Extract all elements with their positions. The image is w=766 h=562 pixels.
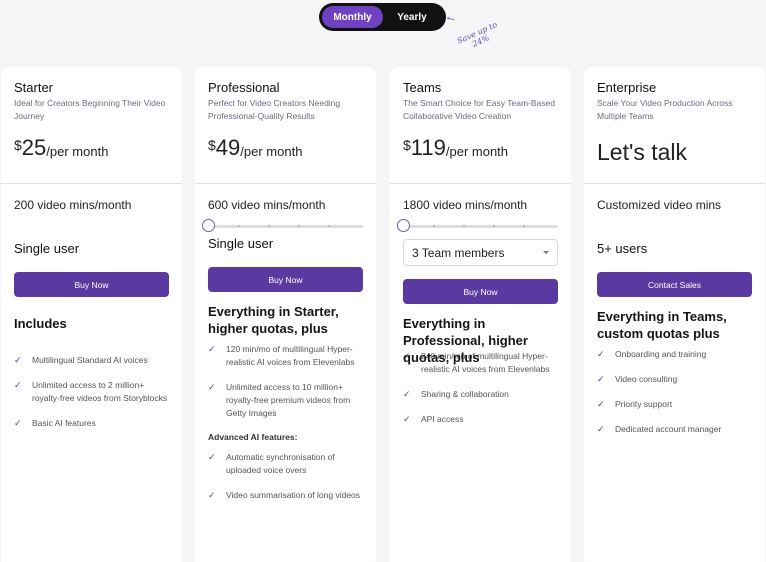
minutes-slider[interactable] bbox=[397, 218, 558, 234]
feature-item: ✓ Unlimited access to 2 million+ royalty-… bbox=[14, 380, 168, 403]
plan-description: The Smart Choice for Easy Team-Based Col… bbox=[403, 98, 555, 121]
check-icon: ✓ bbox=[597, 424, 605, 434]
slider-tick bbox=[493, 225, 495, 227]
price-period: /per month bbox=[240, 144, 303, 159]
slider-tick bbox=[298, 225, 300, 227]
price-period: /per month bbox=[445, 144, 509, 159]
currency: $ bbox=[14, 137, 22, 153]
toggle-yearly[interactable]: Yearly bbox=[383, 6, 441, 28]
video-minutes: 600 video mins/month bbox=[208, 198, 326, 212]
check-icon: ✓ bbox=[597, 399, 605, 409]
currency: $ bbox=[208, 137, 216, 153]
slider-track[interactable] bbox=[212, 225, 363, 228]
currency: $ bbox=[403, 137, 411, 153]
check-icon: ✓ bbox=[208, 382, 216, 392]
feature-item: ✓ Sharing & collaboration bbox=[403, 389, 509, 399]
check-icon: ✓ bbox=[597, 374, 605, 384]
features-title: Includes bbox=[14, 316, 67, 331]
plan-price: $ 119 /per month bbox=[403, 135, 558, 161]
features-title: Everything in Teams, custom quotas plus bbox=[597, 309, 727, 341]
video-minutes: Customized video mins bbox=[597, 198, 722, 212]
check-icon: ✓ bbox=[403, 414, 411, 424]
plan-card-professional: Professional Perfect for Video Creators … bbox=[195, 67, 376, 562]
features-list: ✓ Multilingual Standard AI voices ✓ Unlimi… bbox=[14, 354, 169, 430]
features-title: Everything in Starter, higher quotas, pl… bbox=[208, 304, 339, 336]
features-list: ✓ 120 min/mo of multilingual Hyper-realis… bbox=[208, 343, 363, 420]
buy-now-button[interactable]: Buy Now bbox=[208, 267, 363, 292]
users-label: Single user bbox=[208, 236, 274, 251]
price-amount: 119 bbox=[410, 135, 446, 160]
save-note-text: Save up to 24% bbox=[455, 20, 499, 49]
plan-description: Ideal for Creators Beginning Their Video… bbox=[14, 98, 166, 121]
plan-name: Professional bbox=[208, 80, 280, 95]
feature-item: ✓ Dedicated account manager bbox=[597, 424, 722, 434]
team-members-select[interactable]: 3 Team members bbox=[403, 239, 558, 266]
slider-thumb[interactable] bbox=[202, 219, 215, 232]
billing-toggle: Monthly Yearly bbox=[319, 3, 446, 31]
slider-tick bbox=[268, 225, 270, 227]
feature-item: ✓ Unlimited access to 10 million+ royalty… bbox=[208, 382, 351, 418]
plan-name: Teams bbox=[403, 80, 442, 95]
plan-price: $ 25 /per month bbox=[14, 135, 169, 161]
slider-track[interactable] bbox=[407, 225, 558, 228]
price-period: /per month bbox=[46, 144, 109, 159]
price-amount: 49 bbox=[215, 135, 241, 160]
price-lets-talk: Let's talk bbox=[597, 139, 688, 165]
toggle-monthly[interactable]: Monthly bbox=[322, 6, 383, 28]
feature-item: ✓ Automatic synchronisation of uploaded v… bbox=[208, 452, 335, 475]
feature-item: ✓ Video summarisation of long videos bbox=[208, 490, 361, 500]
feature-item: ✓ Onboarding and training bbox=[597, 349, 707, 359]
features-title: Everything in Professional, higher quota… bbox=[403, 316, 528, 365]
caret-down-icon bbox=[543, 251, 549, 254]
check-icon: ✓ bbox=[403, 389, 411, 399]
save-note: ↖ Save up to 24% bbox=[444, 12, 507, 58]
feature-item: ✓ 120 min/mo of multilingual Hyper-realis… bbox=[208, 344, 355, 367]
check-icon: ✓ bbox=[597, 349, 605, 359]
slider-tick bbox=[328, 225, 330, 227]
video-minutes: 1800 video mins/month bbox=[403, 198, 528, 212]
plan-name: Starter bbox=[14, 80, 54, 95]
price-amount: 25 bbox=[21, 135, 47, 160]
team-members-value: 3 Team members bbox=[412, 245, 505, 260]
feature-item: ✓ Priority support bbox=[597, 399, 673, 409]
plan-card-starter: Starter Ideal for Creators Beginning The… bbox=[1, 67, 182, 562]
plan-card-teams: Teams The Smart Choice for Easy Team-Bas… bbox=[390, 67, 571, 562]
contact-sales-button[interactable]: Contact Sales bbox=[597, 272, 752, 297]
minutes-slider[interactable] bbox=[202, 218, 363, 234]
slider-tick bbox=[238, 225, 240, 227]
plan-name: Enterprise bbox=[597, 80, 657, 95]
check-icon: ✓ bbox=[14, 380, 22, 390]
check-icon: ✓ bbox=[208, 452, 216, 462]
video-minutes: 200 video mins/month bbox=[14, 198, 132, 212]
check-icon: ✓ bbox=[14, 418, 22, 428]
feature-item: ✓ Multilingual Standard AI voices bbox=[14, 355, 148, 365]
plan-price: $ 49 /per month bbox=[208, 135, 363, 161]
check-icon: ✓ bbox=[14, 355, 22, 365]
plan-card-enterprise: Enterprise Scale Your Video Production A… bbox=[584, 67, 765, 562]
slider-thumb[interactable] bbox=[397, 219, 410, 232]
users-label: Single user bbox=[14, 241, 80, 256]
slider-tick bbox=[463, 225, 465, 227]
buy-now-button[interactable]: Buy Now bbox=[403, 279, 558, 304]
plan-description: Perfect for Video Creators Needing Profe… bbox=[208, 98, 341, 121]
feature-item: ✓ Video consulting bbox=[597, 374, 678, 384]
advanced-features-list: ✓ Automatic synchronisation of uploaded v… bbox=[208, 451, 363, 502]
advanced-features-title: Advanced AI features: bbox=[208, 432, 298, 442]
feature-item: ✓ API access bbox=[403, 414, 464, 424]
slider-tick bbox=[433, 225, 435, 227]
features-list: ✓ Onboarding and training ✓ Video consulti… bbox=[597, 348, 752, 436]
check-icon: ✓ bbox=[208, 490, 216, 500]
users-label: 5+ users bbox=[597, 241, 648, 256]
buy-now-button[interactable]: Buy Now bbox=[14, 272, 169, 297]
arrow-icon: ↖ bbox=[444, 12, 458, 27]
plan-description: Scale Your Video Production Across Multi… bbox=[597, 98, 733, 121]
slider-tick bbox=[523, 225, 525, 227]
feature-item: ✓ Basic AI features bbox=[14, 418, 96, 428]
check-icon: ✓ bbox=[208, 344, 216, 354]
